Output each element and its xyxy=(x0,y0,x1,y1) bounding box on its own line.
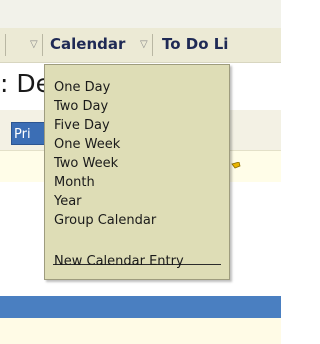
top-band xyxy=(0,0,281,28)
nav-separator xyxy=(5,34,6,56)
nav-item-todo[interactable]: To Do Li xyxy=(162,35,228,53)
section-band xyxy=(0,318,281,344)
menu-item-year[interactable]: Year xyxy=(54,193,82,211)
menu-item-new-calendar-entry[interactable]: New Calendar Entry xyxy=(54,253,184,271)
nav-item-calendar[interactable]: Calendar xyxy=(50,35,125,53)
menu-item-one-day[interactable]: One Day xyxy=(54,79,110,97)
nav-separator xyxy=(152,34,153,56)
chevron-down-icon[interactable]: ▽ xyxy=(140,40,148,50)
chevron-down-icon[interactable]: ▽ xyxy=(30,40,38,50)
menu-item-two-day[interactable]: Two Day xyxy=(54,98,108,116)
main-nav: ▽ Calendar ▽ To Do Li xyxy=(0,28,281,63)
top-area: ▽ Calendar ▽ To Do Li xyxy=(0,0,281,63)
section-header-bar xyxy=(0,296,281,318)
flag-icon xyxy=(231,162,241,169)
calendar-dropdown-menu: One Day Two Day Five Day One Week Two We… xyxy=(44,64,230,280)
menu-item-group-calendar[interactable]: Group Calendar xyxy=(54,212,156,230)
menu-item-two-week[interactable]: Two Week xyxy=(54,155,118,173)
menu-item-month[interactable]: Month xyxy=(54,174,95,192)
nav-separator xyxy=(42,34,43,56)
menu-item-one-week[interactable]: One Week xyxy=(54,136,120,154)
menu-item-five-day[interactable]: Five Day xyxy=(54,117,110,135)
